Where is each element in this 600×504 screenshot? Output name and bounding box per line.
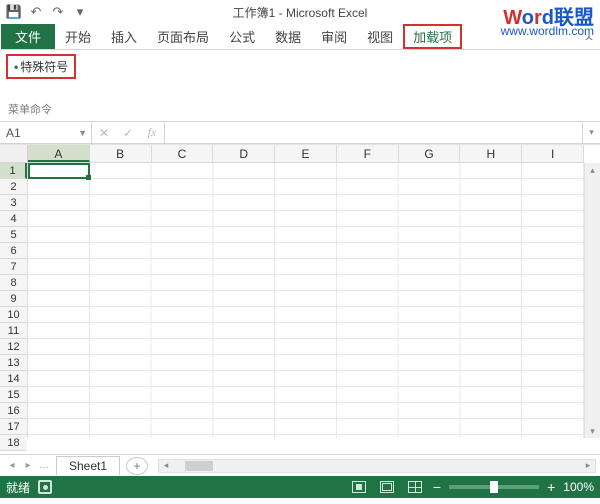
row-header[interactable]: 4 [0,211,27,227]
window-title: 工作簿1 - Microsoft Excel [0,4,600,21]
column-header[interactable]: B [90,145,152,162]
vertical-scrollbar[interactable]: ▴ ▾ [584,163,600,438]
row-header[interactable]: 13 [0,355,27,371]
column-header[interactable]: F [337,145,399,162]
qat-dropdown-icon[interactable]: ▾ [70,2,90,22]
cancel-icon[interactable]: ✕ [92,126,116,140]
ribbon-panel: •特殊符号 菜单命令 [0,50,600,122]
horizontal-scrollbar[interactable]: ◂ ▸ [158,459,596,473]
row-header[interactable]: 2 [0,179,27,195]
view-page-break-icon[interactable] [405,478,425,496]
row-header[interactable]: 17 [0,419,27,435]
macro-record-icon[interactable] [38,480,52,494]
name-box[interactable]: A1 ▼ [0,122,92,143]
enter-icon[interactable]: ✓ [116,126,140,140]
row-header[interactable]: 7 [0,259,27,275]
select-all-corner[interactable] [0,145,28,163]
column-header[interactable]: D [213,145,275,162]
view-page-layout-icon[interactable] [377,478,397,496]
row-headers: 1 2 3 4 5 6 7 8 9 10 11 12 13 14 15 16 1… [0,163,28,438]
title-bar: 💾 ↶ ↷ ▾ 工作簿1 - Microsoft Excel Word联盟 [0,0,600,24]
zoom-out-button[interactable]: − [433,479,441,495]
row-header[interactable]: 5 [0,227,27,243]
row-header[interactable]: 15 [0,387,27,403]
formula-input[interactable] [165,122,582,143]
status-right: − + 100% [349,478,594,496]
column-header[interactable]: I [522,145,584,162]
scroll-right-icon[interactable]: ▸ [581,460,595,471]
column-header[interactable]: H [460,145,522,162]
row-header[interactable]: 6 [0,243,27,259]
row-header[interactable]: 16 [0,403,27,419]
zoom-thumb[interactable] [490,481,498,493]
column-header[interactable]: E [275,145,337,162]
ribbon-tabs: 文件 开始 插入 页面布局 公式 数据 审阅 视图 加载项 ㅅ [0,24,600,50]
formula-buttons: ✕ ✓ fx [92,122,165,143]
zoom-value[interactable]: 100% [563,480,594,494]
name-box-dropdown-icon[interactable]: ▼ [78,128,87,138]
row-header[interactable]: 8 [0,275,27,291]
tab-data[interactable]: 数据 [265,24,311,49]
name-box-value: A1 [6,126,21,140]
row-header[interactable]: 11 [0,323,27,339]
tab-home[interactable]: 开始 [55,24,101,49]
scroll-thumb[interactable] [185,461,213,471]
tab-file[interactable]: 文件 [1,24,55,49]
formula-bar: A1 ▼ ✕ ✓ fx ▾ [0,122,600,144]
formula-expand-icon[interactable]: ▾ [582,122,600,143]
spreadsheet-grid: A B C D E F G H I 1 2 3 4 5 6 7 8 9 10 1… [0,144,600,454]
row-header[interactable]: 14 [0,371,27,387]
ribbon-group-label: 菜单命令 [8,101,52,117]
tab-addins[interactable]: 加载项 [403,24,462,49]
sheet-tab-sheet1[interactable]: Sheet1 [56,456,120,475]
add-sheet-button[interactable]: + [126,457,148,475]
row-header[interactable]: 1 [0,163,27,179]
active-cell[interactable] [28,163,90,179]
undo-icon[interactable]: ↶ [26,2,46,22]
ribbon-collapse-icon[interactable]: ㅅ [584,24,594,49]
sheet-nav-dots-icon[interactable]: … [36,460,52,471]
column-header[interactable]: G [399,145,461,162]
column-header[interactable]: A [28,145,90,162]
tab-insert[interactable]: 插入 [101,24,147,49]
fx-icon[interactable]: fx [140,125,164,140]
tab-view[interactable]: 视图 [357,24,403,49]
sheet-tab-bar: ◂ ▸ … Sheet1 + ◂ ▸ [0,454,600,476]
special-symbol-button[interactable]: •特殊符号 [6,54,76,79]
scroll-down-icon[interactable]: ▾ [590,424,595,438]
save-icon[interactable]: 💾 [4,2,24,22]
quick-access-toolbar: 💾 ↶ ↷ ▾ [0,2,90,22]
redo-icon[interactable]: ↷ [48,2,68,22]
sheet-nav-prev-icon[interactable]: ◂ [4,460,20,471]
column-headers: A B C D E F G H I [28,145,584,163]
row-header[interactable]: 3 [0,195,27,211]
scroll-left-icon[interactable]: ◂ [159,460,173,471]
row-header[interactable]: 18 [0,435,27,451]
tab-formulas[interactable]: 公式 [219,24,265,49]
bullet-icon: • [14,60,18,74]
column-header[interactable]: C [152,145,214,162]
row-header[interactable]: 12 [0,339,27,355]
tab-review[interactable]: 审阅 [311,24,357,49]
zoom-in-button[interactable]: + [547,479,555,495]
scroll-up-icon[interactable]: ▴ [590,163,595,177]
row-header[interactable]: 9 [0,291,27,307]
row-header[interactable]: 10 [0,307,27,323]
sheet-nav-buttons: ◂ ▸ … [0,460,52,471]
cell-area[interactable] [28,163,584,438]
view-normal-icon[interactable] [349,478,369,496]
status-ready: 就绪 [6,479,30,496]
status-bar: 就绪 − + 100% [0,476,600,498]
special-symbol-label: 特殊符号 [20,60,68,74]
zoom-slider[interactable] [449,485,539,489]
tab-page-layout[interactable]: 页面布局 [147,24,219,49]
sheet-nav-next-icon[interactable]: ▸ [20,460,36,471]
